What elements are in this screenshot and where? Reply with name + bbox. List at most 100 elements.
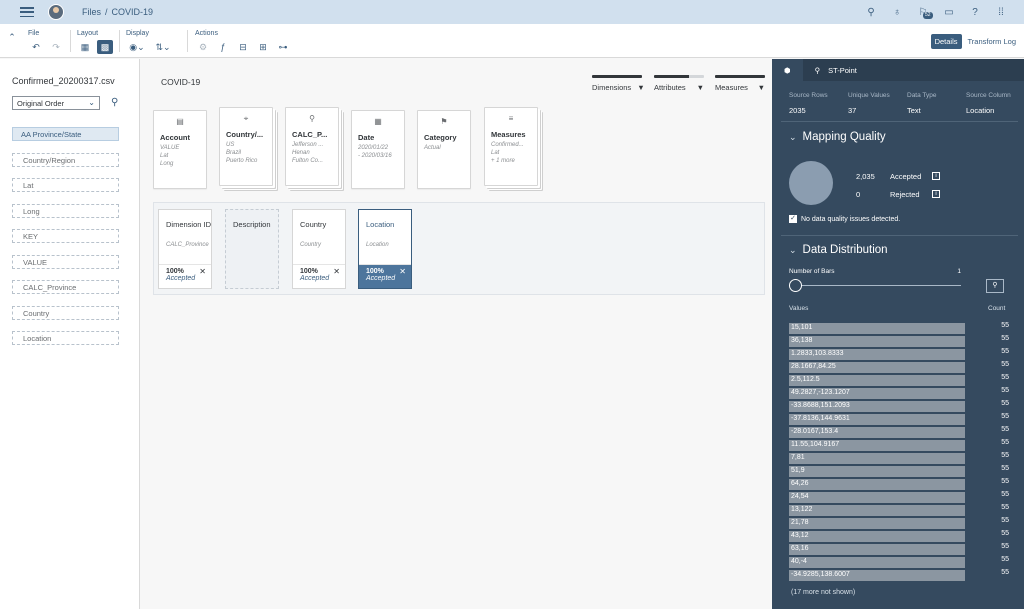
dimension-card[interactable]: ▤ Account VALUE Lat Long: [153, 110, 207, 189]
distribution-row: 64,26 55: [789, 478, 1009, 491]
source-stat: Data Type Text: [907, 92, 966, 115]
distribution-row: -37.8136,144.9631 55: [789, 413, 1009, 426]
breadcrumb-files[interactable]: Files: [82, 7, 101, 17]
column-item[interactable]: CALC_Province: [12, 280, 119, 294]
column-item[interactable]: Country/Region: [12, 153, 119, 167]
legend-attributes[interactable]: Attributes ▼: [654, 75, 704, 92]
dimension-card[interactable]: ⌖ Country/... US Brazil Puerto Rico: [219, 107, 273, 186]
data-distribution-header[interactable]: ⌄ Data Distribution: [789, 244, 888, 256]
close-icon[interactable]: ✕: [199, 267, 206, 276]
column-item[interactable]: Long: [12, 204, 119, 218]
undo-icon[interactable]: ↶: [28, 40, 44, 54]
breadcrumb: Files / COVID-19: [82, 7, 153, 17]
feedback-icon[interactable]: ▭: [936, 0, 962, 24]
distribution-row: 43,12 55: [789, 530, 1009, 543]
distribution-count: 55: [1001, 504, 1009, 511]
st-point-tab[interactable]: ⚲ ST-Point: [803, 59, 869, 81]
dimension-card[interactable]: ⚑ Category Actual: [417, 110, 471, 189]
distribution-row: 7,81 55: [789, 452, 1009, 465]
distribution-value: 2.5,112.5: [791, 376, 820, 383]
card-value: Fulton Co...: [292, 158, 324, 164]
attribute-source: Location: [366, 242, 389, 248]
legend-dimensions[interactable]: Dimensions ▼: [592, 75, 645, 92]
distribution-bar: [789, 505, 965, 516]
attribute-name: Country: [300, 220, 327, 229]
stat-label: Data Type: [907, 92, 937, 99]
lightbulb-icon[interactable]: ♁: [884, 0, 910, 24]
mapping-quality-header[interactable]: ⌄ Mapping Quality: [789, 131, 886, 143]
grid-view-icon[interactable]: ▩: [97, 40, 113, 54]
table-view-icon[interactable]: ▦: [77, 40, 93, 54]
distribution-row: 49.2827,-123.1207 55: [789, 387, 1009, 400]
search-icon[interactable]: ⚲: [111, 97, 118, 108]
slider-handle[interactable]: [789, 279, 802, 292]
card-value: Long: [160, 161, 174, 167]
pin-icon: ⚲: [814, 65, 821, 75]
dimension-card[interactable]: ≡ Measures Confirmed... Lat + 1 more: [484, 107, 538, 186]
attribute-card[interactable]: Description: [225, 209, 279, 289]
distribution-row: 40,-4 55: [789, 556, 1009, 569]
column-item[interactable]: Country: [12, 306, 119, 320]
search-icon[interactable]: ⚲: [858, 0, 884, 24]
distribution-value: 7,81: [791, 454, 805, 461]
card-value: Lat: [491, 150, 500, 156]
column-item[interactable]: VALUE: [12, 255, 119, 269]
attribute-card[interactable]: Dimension ID CALC_Province 100% Accepted ✕: [158, 209, 212, 289]
eye-dropdown-icon[interactable]: ◉⌄: [126, 40, 148, 54]
avatar[interactable]: [48, 4, 64, 20]
distribution-count: 55: [1001, 348, 1009, 355]
layout-group: Layout ▦ ▩: [77, 30, 113, 54]
collapse-icon[interactable]: ⌃: [4, 30, 20, 44]
caret-down-icon: ▼: [696, 83, 704, 92]
formula-icon[interactable]: ƒ: [215, 40, 231, 54]
no-issues-checkbox[interactable]: ✓ No data quality issues detected.: [789, 215, 900, 223]
search-button[interactable]: ⚲: [986, 279, 1004, 293]
dimension-card[interactable]: ▦ Date 2020/01/22 - 2020/03/16: [351, 110, 405, 189]
distribution-count: 55: [1001, 517, 1009, 524]
close-icon[interactable]: ✕: [333, 267, 340, 276]
card-value: Brazil: [226, 150, 242, 156]
more-not-shown: (17 more not shown): [791, 589, 856, 596]
details-button[interactable]: Details: [930, 34, 962, 49]
transform-log-button[interactable]: Transform Log: [964, 34, 1021, 49]
dimension-card[interactable]: ⚲ CALC_P... Jefferson ... Henan Fulton Co...: [285, 107, 339, 186]
toolbar: ⌃ File ↶ ↷ Layout ▦ ▩ Display ◉⌄ ⇅⌄ Acti…: [0, 24, 1024, 58]
column-item[interactable]: KEY: [12, 229, 119, 243]
distribution-row: 11.55,104.9167 55: [789, 439, 1009, 452]
stat-label: Source Rows: [789, 92, 828, 99]
display-label: Display: [126, 30, 149, 37]
cube-tab-icon[interactable]: ⬢: [772, 59, 803, 81]
split-icon[interactable]: ⊟: [235, 40, 251, 54]
sort-select[interactable]: Original Order ⌄: [12, 96, 100, 110]
distribution-row: -28.0167,153.4 55: [789, 426, 1009, 439]
column-item[interactable]: Location: [12, 331, 119, 345]
attribute-card[interactable]: Country Country 100% Accepted ✕: [292, 209, 346, 289]
merge-icon[interactable]: ⊶: [275, 40, 291, 54]
sort-select-value: Original Order: [17, 99, 65, 108]
sort-dropdown-icon[interactable]: ⇅⌄: [152, 40, 174, 54]
details-panel: ⬢ ⚲ ST-Point Source Rows 2035 Unique Values…: [772, 59, 1024, 609]
notification-icon[interactable]: ⚐52: [910, 0, 936, 24]
info-icon[interactable]: i: [932, 172, 940, 180]
column-item[interactable]: Lat: [12, 178, 119, 192]
apps-grid-icon[interactable]: ⁞⁞: [988, 0, 1014, 24]
card-value: Puerto Rico: [226, 158, 258, 164]
file-name: Confirmed_20200317.csv: [12, 76, 115, 86]
info-icon[interactable]: i: [932, 190, 940, 198]
distribution-count: 55: [1001, 452, 1009, 459]
hamburger-menu-icon[interactable]: [20, 7, 34, 17]
transform-icon[interactable]: ⚙: [195, 40, 211, 54]
source-stat: Source Column Location: [966, 92, 1024, 115]
column-item[interactable]: AA Province/State: [12, 127, 119, 141]
redo-icon[interactable]: ↷: [48, 40, 64, 54]
hierarchy-icon[interactable]: ⊞: [255, 40, 271, 54]
attribute-card[interactable]: Location Location 100% Accepted ✕: [358, 209, 412, 289]
distribution-count: 55: [1001, 400, 1009, 407]
caret-down-icon: ▼: [757, 83, 765, 92]
distribution-value: 51,9: [791, 467, 805, 474]
legend-measures[interactable]: Measures ▼: [715, 75, 765, 92]
close-icon[interactable]: ✕: [399, 267, 406, 276]
distribution-count: 55: [1001, 478, 1009, 485]
help-icon[interactable]: ?: [962, 0, 988, 24]
number-of-bars-slider[interactable]: [789, 279, 961, 292]
